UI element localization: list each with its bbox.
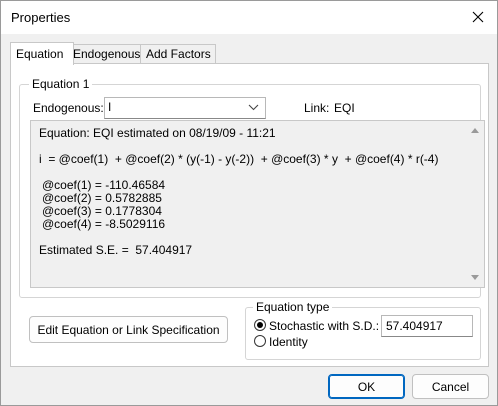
estimated-se-text: Estimated S.E. = 57.404917 (39, 243, 193, 257)
scroll-up-arrow-icon[interactable] (470, 126, 480, 134)
equation-header-text: Equation: EQI estimated on 08/19/09 - 11… (39, 126, 276, 140)
equation-type-legend: Equation type (253, 300, 333, 314)
properties-dialog: Properties Equation Endogenous Add Facto… (0, 0, 498, 406)
close-button[interactable] (463, 3, 493, 31)
stochastic-label: Stochastic with S.D.: (269, 319, 380, 333)
edit-equation-button[interactable]: Edit Equation or Link Specification (29, 316, 228, 343)
cancel-button[interactable]: Cancel (412, 374, 489, 399)
stochastic-radio[interactable] (254, 319, 266, 331)
scroll-down-arrow-icon[interactable] (470, 274, 480, 282)
tab-equation[interactable]: Equation (10, 42, 74, 65)
close-icon (472, 11, 484, 23)
equation-text-area[interactable]: Equation: EQI estimated on 08/19/09 - 11… (30, 120, 485, 288)
tab-add-factors[interactable]: Add Factors (140, 44, 216, 64)
window-title: Properties (11, 10, 71, 25)
endogenous-label: Endogenous: (33, 101, 104, 115)
tab-endogenous[interactable]: Endogenous (67, 44, 141, 64)
identity-label: Identity (269, 335, 308, 349)
link-label: Link: (304, 101, 330, 115)
sd-value-field[interactable]: 57.404917 (381, 315, 473, 337)
ok-button[interactable]: OK (328, 374, 405, 399)
link-value: EQI (334, 101, 355, 115)
chevron-down-icon (248, 104, 259, 111)
identity-radio[interactable] (254, 335, 266, 347)
equation-tab-panel: Equation 1 Endogenous: I Link: EQI Equat… (10, 63, 489, 367)
equation-text-content: Equation: EQI estimated on 08/19/09 - 11… (39, 127, 459, 257)
equation-formula-text: i = @coef(1) + @coef(2) * (y(-1) - y(-2)… (39, 152, 439, 166)
endogenous-combo[interactable]: I (104, 97, 266, 119)
coef-4-text: @coef(4) = -8.5029116 (42, 217, 166, 231)
endogenous-combo-value: I (108, 100, 112, 114)
title-bar: Properties (1, 1, 497, 34)
equation-group-legend: Equation 1 (29, 77, 93, 91)
equation-text-scrollbar[interactable] (467, 121, 484, 287)
